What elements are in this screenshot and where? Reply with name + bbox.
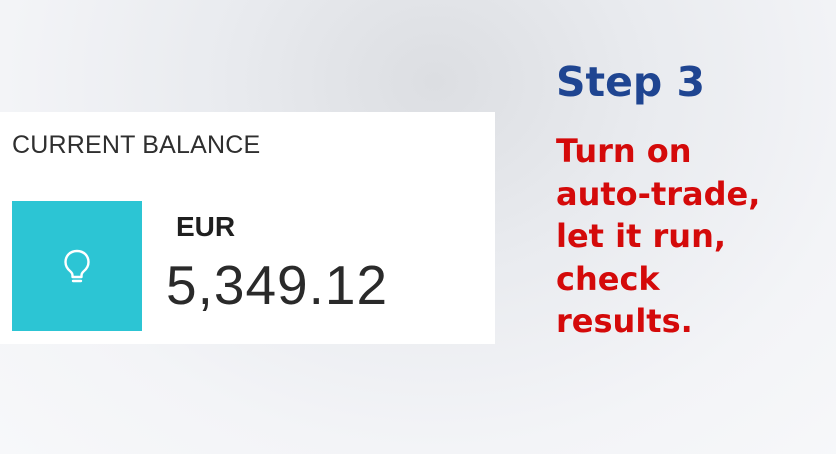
wallet-tile[interactable] — [12, 201, 142, 331]
instruction-line: let it run, — [556, 217, 727, 255]
balance-amount: 5,349.12 — [166, 254, 389, 316]
lightbulb-icon — [64, 249, 90, 283]
instruction-line: auto-trade, — [556, 174, 761, 213]
step-instructions: Turn on auto-trade, let it run, check re… — [556, 130, 760, 343]
instruction-line: results. — [556, 302, 693, 340]
balance-heading: CURRENT BALANCE — [12, 131, 261, 159]
instruction-line: Turn on — [556, 132, 692, 170]
step-title: Step 3 — [556, 58, 706, 106]
currency-code: EUR — [176, 211, 236, 242]
instruction-line: check — [556, 259, 660, 298]
